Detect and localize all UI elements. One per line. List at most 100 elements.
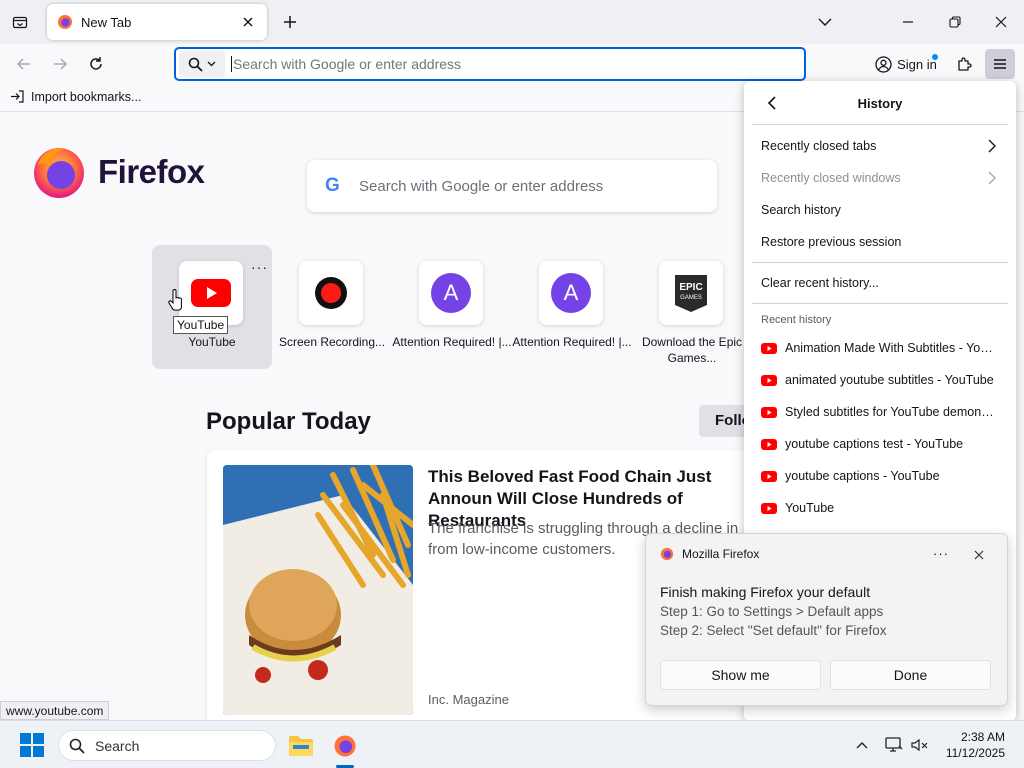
- firefox-taskbar-button[interactable]: [330, 731, 360, 761]
- plus-icon: [284, 16, 296, 28]
- youtube-icon: [761, 438, 777, 450]
- history-entry-title: animated youtube subtitles - YouTube: [785, 373, 994, 387]
- clear-recent-history-item[interactable]: Clear recent history...: [752, 268, 1008, 298]
- firefox-icon: [58, 15, 72, 29]
- record-icon: [315, 277, 347, 309]
- history-entry-title: Animation Made With Subtitles - YouT...: [785, 341, 999, 355]
- import-icon: [11, 90, 24, 103]
- clock-date: 11/12/2025: [945, 746, 1005, 760]
- notification-title: Finish making Firefox your default: [660, 584, 871, 600]
- arrow-right-icon: [54, 58, 68, 70]
- notification-app-name: Mozilla Firefox: [682, 547, 760, 561]
- tab-list-icon: [12, 16, 28, 29]
- close-window-button[interactable]: [987, 8, 1015, 36]
- forward-button[interactable]: [46, 50, 74, 78]
- search-engine-selector[interactable]: [179, 51, 225, 77]
- firefox-icon: [660, 547, 674, 561]
- address-bar[interactable]: [174, 47, 806, 81]
- volume-button[interactable]: [910, 735, 930, 755]
- chevron-down-icon: [818, 18, 832, 26]
- windows-logo-icon: [20, 733, 44, 757]
- shortcut-screen-recording[interactable]: Screen Recording...: [272, 245, 392, 369]
- tab-new-tab[interactable]: New Tab: [47, 4, 267, 40]
- shortcut-label: Attention Required! |...: [392, 335, 512, 349]
- history-entry[interactable]: youtube captions test - YouTube: [752, 429, 1008, 459]
- svg-text:GAMES: GAMES: [680, 295, 702, 301]
- tab-overflow-button[interactable]: [811, 8, 839, 36]
- shortcut-tooltip: YouTube: [173, 316, 229, 334]
- import-bookmarks-label: Import bookmarks...: [31, 89, 142, 104]
- firefox-icon: [334, 735, 356, 757]
- history-entry[interactable]: Animation Made With Subtitles - YouT...: [752, 333, 1008, 363]
- recent-history-heading: Recent history: [761, 314, 832, 326]
- reload-button[interactable]: [82, 50, 110, 78]
- tab-strip: New Tab: [0, 0, 1024, 44]
- history-entry-title: youtube captions test - YouTube: [785, 437, 964, 451]
- page-search-placeholder: Search with Google or enter address: [359, 177, 604, 195]
- show-hidden-icons-button[interactable]: [852, 735, 872, 755]
- firefox-wordmark: Firefox: [98, 153, 205, 190]
- url-input[interactable]: [231, 56, 771, 72]
- shortcut-icon-box: A: [539, 261, 603, 325]
- history-entry[interactable]: YouTube: [752, 493, 1008, 523]
- shortcut-epic-games[interactable]: EPIC GAMES Download the Epic Games...: [632, 245, 752, 369]
- network-icon: [885, 737, 903, 752]
- taskbar-search[interactable]: Search: [58, 730, 276, 761]
- menu-separator: [752, 262, 1008, 263]
- hand-cursor-icon: [168, 289, 182, 311]
- shortcut-icon-box: EPIC GAMES: [659, 261, 723, 325]
- notification-more-button[interactable]: ···: [933, 546, 949, 561]
- shortcut-more-button[interactable]: ···: [251, 259, 268, 275]
- history-entry[interactable]: youtube captions - YouTube: [752, 461, 1008, 491]
- shortcut-attention-required-2[interactable]: A Attention Required! |...: [512, 245, 632, 369]
- recently-closed-windows-item[interactable]: Recently closed windows: [752, 163, 1008, 193]
- extensions-button[interactable]: [951, 50, 979, 78]
- done-button[interactable]: Done: [830, 660, 991, 690]
- network-button[interactable]: [884, 735, 904, 755]
- chevron-down-icon: [207, 61, 216, 67]
- minimize-button[interactable]: [894, 8, 922, 36]
- sign-in-label: Sign in: [897, 56, 937, 72]
- notification-step-1: Step 1: Go to Settings > Default apps: [660, 604, 884, 619]
- system-clock[interactable]: 2:38 AM 11/12/2025: [946, 729, 1005, 761]
- page-search-box[interactable]: G Search with Google or enter address: [307, 160, 717, 212]
- svg-text:EPIC: EPIC: [679, 282, 702, 293]
- close-icon: [995, 16, 1007, 28]
- restore-icon: [949, 16, 961, 28]
- close-icon: [974, 550, 984, 560]
- shortcut-label: Download the Epic Games...: [641, 335, 743, 365]
- tab-title: New Tab: [81, 14, 132, 30]
- menu-separator: [752, 303, 1008, 304]
- back-button[interactable]: [10, 50, 38, 78]
- youtube-icon: [761, 406, 777, 418]
- new-tab-button[interactable]: [278, 10, 302, 34]
- list-all-tabs-button[interactable]: [8, 10, 32, 34]
- history-entry[interactable]: animated youtube subtitles - YouTube: [752, 365, 1008, 395]
- youtube-icon: [761, 502, 777, 514]
- shortcut-icon-box: A: [419, 261, 483, 325]
- google-icon: G: [325, 175, 340, 196]
- file-explorer-button[interactable]: [286, 731, 316, 761]
- youtube-icon: [761, 374, 777, 386]
- shortcut-label: YouTube: [188, 335, 236, 349]
- taskbar-search-label: Search: [95, 737, 140, 754]
- restore-button[interactable]: [941, 8, 969, 36]
- sign-in-button[interactable]: Sign in: [869, 49, 943, 79]
- history-entry-title: youtube captions - YouTube: [785, 469, 940, 483]
- story-image: [223, 465, 413, 715]
- youtube-icon: [761, 470, 777, 482]
- search-history-item[interactable]: Search history: [752, 195, 1008, 225]
- story-source: Inc. Magazine: [428, 692, 509, 707]
- show-me-button[interactable]: Show me: [660, 660, 821, 690]
- import-bookmarks-button[interactable]: Import bookmarks...: [10, 89, 141, 104]
- restore-previous-session-item[interactable]: Restore previous session: [752, 227, 1008, 257]
- notification-close-button[interactable]: [971, 547, 987, 563]
- shortcut-attention-required-1[interactable]: A Attention Required! |...: [392, 245, 512, 369]
- app-menu-button[interactable]: [985, 49, 1015, 79]
- history-entry[interactable]: Styled subtitles for YouTube demonstr...: [752, 397, 1008, 427]
- menu-item-label: Recently closed windows: [761, 171, 901, 185]
- chevron-right-icon: [988, 171, 996, 185]
- recently-closed-tabs-item[interactable]: Recently closed tabs: [752, 131, 1008, 161]
- close-tab-button[interactable]: [239, 13, 257, 31]
- start-button[interactable]: [20, 733, 44, 760]
